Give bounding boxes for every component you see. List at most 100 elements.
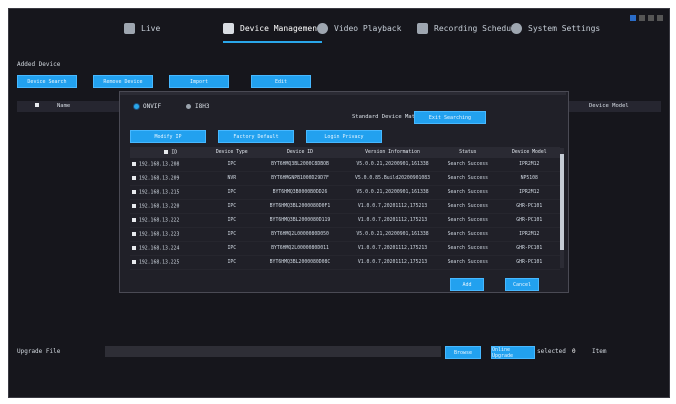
table-row[interactable]: 192.168.13.209 NVR BYT6HMGNPB1000D29D7F V5.… (130, 171, 560, 186)
table-cell: 192.168.13.208 (130, 158, 212, 172)
device-search-dialog: ONVIF I8H3 Standard Device Match Exit Se… (119, 91, 569, 293)
import-button[interactable]: Import (169, 75, 229, 88)
radio-onvif[interactable]: ONVIF (134, 103, 161, 110)
settings-icon (511, 22, 522, 34)
tab-recording-schedule[interactable]: Recording Schedule (417, 20, 521, 36)
table-cell: IPR2M12 (498, 158, 560, 172)
maximize-icon[interactable] (648, 15, 654, 21)
scrollbar-thumb[interactable] (560, 154, 564, 250)
top-navigation: Live Device Management Video Playback Re… (9, 9, 669, 45)
table-cell: Search Success (437, 199, 499, 214)
upgrade-file-input[interactable] (105, 346, 441, 357)
row-checkbox[interactable] (132, 231, 136, 236)
table-cell: Search Success (437, 213, 499, 228)
add-button[interactable]: Add (450, 278, 484, 291)
row-checkbox[interactable] (132, 259, 136, 264)
table-cell: V1.0.0.7,20201112,175213 (347, 241, 438, 256)
table-row[interactable]: 192.168.13.208 IPC BYT6HMQ3BL2000C8DBOB V5.… (130, 158, 560, 172)
online-upgrade-button[interactable]: Online Upgrade (491, 346, 535, 359)
table-cell: Search Success (437, 158, 499, 172)
table-row[interactable]: 192.168.13.220 IPC BYT6HMQ3BL2000080D0F1 V1… (130, 199, 560, 214)
table-cell: 192.168.13.215 (130, 185, 212, 200)
table-cell: BYT6HMQ3BL2000080D08C (252, 255, 348, 270)
table-cell: Search Success (437, 255, 499, 270)
table-cell: NP5108 (498, 171, 560, 186)
row-checkbox[interactable] (132, 189, 136, 194)
row-checkbox[interactable] (132, 203, 136, 208)
upgrade-bar: Upgrade File Browse Online Upgrade selec… (17, 345, 661, 359)
results-header-row: ID Device Type Device ID Version Informa… (130, 147, 560, 158)
table-cell: GHR-PC101 (498, 199, 560, 214)
results-scrollbar[interactable] (560, 148, 564, 268)
browse-button[interactable]: Browse (445, 346, 481, 359)
remove-device-button[interactable]: Remove Device (93, 75, 153, 88)
modify-ip-button[interactable]: Modify IP (130, 130, 206, 143)
select-all-checkbox[interactable] (35, 103, 39, 107)
name-column-header: Name (57, 103, 71, 109)
standard-device-label: Standard Device Match (352, 114, 422, 120)
tab-video-playback[interactable]: Video Playback (317, 20, 401, 36)
selected-count: 0 (572, 348, 576, 355)
device-search-button[interactable]: Device Search (17, 75, 77, 88)
table-cell: IPC (211, 199, 253, 214)
table-cell: 192.168.13.223 (130, 227, 212, 242)
table-cell: BYT6HMQ3BL2000C8DBOB (252, 158, 348, 172)
table-cell: 192.168.13.222 (130, 213, 212, 228)
table-cell: V1.0.0.7,20201112,175213 (347, 255, 438, 270)
table-row[interactable]: 192.168.13.225 IPC BYT6HMQ3BL2000080D08C V1… (130, 255, 560, 270)
table-cell: IPC (211, 213, 253, 228)
table-cell: BYT6HMQ3BL2000080D119 (252, 213, 348, 228)
table-cell: BYT6HMQ3B0000B0DD26 (252, 185, 348, 200)
table-cell: BYT6HMQ2L0000080D011 (252, 241, 348, 256)
column-header: ID (130, 147, 212, 158)
close-icon[interactable] (657, 15, 663, 21)
table-cell: NVR (211, 171, 253, 186)
table-cell: V1.0.0.7,20201112,175213 (347, 213, 438, 228)
row-checkbox[interactable] (132, 161, 136, 166)
table-row[interactable]: 192.168.13.215 IPC BYT6HMQ3B0000B0DD26 V5.0… (130, 185, 560, 200)
minimize-icon[interactable] (639, 15, 645, 21)
row-checkbox[interactable] (132, 217, 136, 222)
table-cell: 192.168.13.220 (130, 199, 212, 214)
grid-icon (223, 22, 234, 34)
radio-i8h[interactable]: I8H3 (186, 103, 209, 110)
playback-icon (317, 22, 328, 34)
tab-live[interactable]: Live (124, 20, 160, 36)
table-cell: 192.168.13.209 (130, 171, 212, 186)
table-cell: GHR-PC101 (498, 213, 560, 228)
table-cell: Search Success (437, 227, 499, 242)
table-cell: IPC (211, 255, 253, 270)
table-cell: Search Success (437, 241, 499, 256)
search-results-table: ID Device Type Device ID Version Informa… (130, 147, 560, 270)
table-row[interactable]: 192.168.13.222 IPC BYT6HMQ3BL2000080D119 V1… (130, 213, 560, 228)
table-cell: BYT6HMQ2L0000080D050 (252, 227, 348, 242)
exit-searching-button[interactable]: Exit Searching (414, 111, 486, 124)
table-cell: IPC (211, 227, 253, 242)
table-row[interactable]: 192.168.13.223 IPC BYT6HMQ2L0000080D050 V5.… (130, 227, 560, 242)
row-checkbox[interactable] (132, 245, 136, 250)
table-cell: GHR-PC101 (498, 241, 560, 256)
cancel-button[interactable]: Cancel (505, 278, 539, 291)
table-cell: IPR2M12 (498, 185, 560, 200)
column-header: Device ID (252, 147, 348, 158)
tab-device-management[interactable]: Device Management (223, 20, 322, 43)
table-cell: IPC (211, 158, 253, 172)
row-checkbox[interactable] (132, 175, 136, 180)
select-all-results-checkbox[interactable] (164, 149, 169, 154)
table-cell: V5.0.0.21,20200901,161338 (347, 158, 438, 172)
selected-label: selected (537, 348, 566, 355)
radio-dot-selected-icon (134, 104, 139, 109)
login-privacy-button[interactable]: Login Privacy (306, 130, 382, 143)
table-cell: V5.0.0.21,20200901,161338 (347, 185, 438, 200)
column-header: Device Model (498, 147, 560, 158)
edit-button[interactable]: Edit (251, 75, 311, 88)
table-row[interactable]: 192.168.13.224 IPC BYT6HMQ2L0000080D011 V1.… (130, 241, 560, 256)
column-header: Status (437, 147, 499, 158)
tab-system-settings[interactable]: System Settings (511, 20, 600, 36)
table-cell: Search Success (437, 171, 499, 186)
app-window: Live Device Management Video Playback Re… (8, 8, 670, 398)
table-cell: V5.0.0.21,20200901,161338 (347, 227, 438, 242)
factory-default-button[interactable]: Factory Default (218, 130, 294, 143)
active-tab-underline (223, 41, 322, 43)
window-controls (630, 15, 663, 21)
